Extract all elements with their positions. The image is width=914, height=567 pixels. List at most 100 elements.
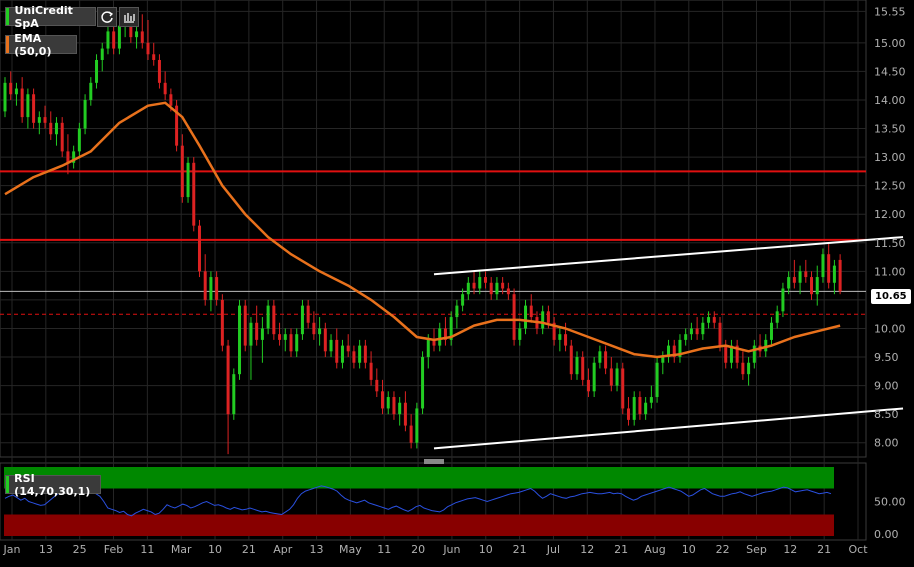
candle-body <box>455 305 459 318</box>
candle-body <box>541 311 545 329</box>
ema-legend[interactable]: EMA (50,0) <box>5 32 77 58</box>
rsi-legend[interactable]: RSI (14,70,30,1) <box>5 472 101 498</box>
candle-body <box>638 397 642 415</box>
candle-body <box>14 88 18 95</box>
candle-body <box>375 379 379 392</box>
candle-body <box>54 122 58 135</box>
time-tick-label: Jun <box>442 543 460 556</box>
price-tick-label: 15.00 <box>874 37 906 50</box>
candle-body <box>398 402 402 415</box>
candle-body <box>43 117 47 123</box>
candle-body <box>312 322 316 335</box>
price-tick-label: 9.00 <box>874 380 899 393</box>
candle-body <box>3 82 7 112</box>
candle-body <box>832 265 836 283</box>
candle-body <box>117 25 121 49</box>
candle-body <box>792 277 796 283</box>
symbol-label: UniCredit SpA <box>14 3 73 30</box>
time-tick-label: Apr <box>273 543 293 556</box>
time-tick-label: 10 <box>208 543 222 556</box>
candle-body <box>266 305 270 329</box>
time-tick-label: Oct <box>848 543 868 556</box>
candle-body <box>712 317 716 323</box>
time-tick-label: 21 <box>513 543 527 556</box>
candle-body <box>180 145 184 198</box>
candle-body <box>392 397 396 415</box>
candle-body <box>724 345 728 363</box>
price-tick-label: 9.50 <box>874 351 899 364</box>
candle-body <box>529 305 533 318</box>
candle-body <box>77 128 81 152</box>
candle-body <box>604 351 608 369</box>
candle-body <box>112 31 116 49</box>
candle-body <box>60 122 64 152</box>
price-tick-label: 14.50 <box>874 65 906 78</box>
oversold-zone <box>4 514 834 536</box>
candle-body <box>415 408 419 443</box>
time-tick-label: May <box>339 543 362 556</box>
candle-body <box>626 408 630 420</box>
candle-body <box>369 362 373 380</box>
candle-body <box>689 328 693 335</box>
rsi-tick-label: 50.00 <box>874 496 906 509</box>
time-tick-label: 10 <box>479 543 493 556</box>
candle-body <box>135 31 139 38</box>
candle-body <box>318 328 322 335</box>
candle-body <box>524 305 528 329</box>
candle-body <box>226 345 230 415</box>
rsi-swatch <box>6 476 10 493</box>
candle-body <box>238 305 242 375</box>
candle-body <box>564 334 568 346</box>
candle-body <box>558 334 562 340</box>
time-tick-label: 11 <box>140 543 154 556</box>
symbol-legend[interactable]: UniCredit SpA <box>5 4 96 30</box>
price-tick-label: 12.00 <box>874 208 906 221</box>
time-tick-label: 13 <box>39 543 53 556</box>
candle-body <box>32 94 36 123</box>
candle-body <box>232 374 236 415</box>
candle-body <box>295 334 299 352</box>
chart-stage: 15.55 15.00 14.50 14.00 13.50 13.00 12.50 12.00… <box>0 0 914 563</box>
candle-body <box>300 305 304 335</box>
candle-body <box>718 322 722 346</box>
time-tick-label: Jan <box>3 543 21 556</box>
candle-body <box>581 357 585 380</box>
candle-body <box>472 282 476 289</box>
candle-body <box>501 282 505 289</box>
candle-body <box>781 288 785 312</box>
candle-body <box>215 277 219 300</box>
time-tick-label: Jul <box>546 543 560 556</box>
refresh-button[interactable] <box>97 7 117 27</box>
candle-body <box>575 357 579 375</box>
candle-body <box>169 94 173 106</box>
candle-body <box>243 305 247 346</box>
price-tick-label: 12.50 <box>874 180 906 193</box>
chart-type-button[interactable] <box>119 7 139 27</box>
candle-body <box>787 277 791 289</box>
candle-body <box>466 282 470 295</box>
time-tick-label: 12 <box>783 543 797 556</box>
ema-label: EMA (50,0) <box>14 31 52 58</box>
candle-body <box>186 162 190 198</box>
time-tick-label: Mar <box>171 543 192 556</box>
candle-body <box>489 282 493 295</box>
candle-body <box>421 357 425 409</box>
price-tick-label: 14.00 <box>874 94 906 107</box>
candle-body <box>49 122 53 135</box>
time-tick-label: 21 <box>817 543 831 556</box>
candle-body <box>598 351 602 363</box>
time-tick-label: 22 <box>716 543 730 556</box>
time-tick-label: 25 <box>73 543 87 556</box>
price-chart: 15.55 15.00 14.50 14.00 13.50 13.00 12.50 12.00… <box>0 0 914 563</box>
candle-body <box>495 282 499 295</box>
panel-resize-handle[interactable] <box>424 459 444 464</box>
candle-body <box>323 328 327 352</box>
candle-body <box>483 277 487 283</box>
time-tick-label: 21 <box>242 543 256 556</box>
candle-body <box>506 288 510 295</box>
bar-chart-icon <box>124 13 135 23</box>
candle-body <box>695 328 699 335</box>
time-tick-label: 11 <box>377 543 391 556</box>
symbol-swatch <box>6 8 10 25</box>
candle-body <box>157 59 161 83</box>
